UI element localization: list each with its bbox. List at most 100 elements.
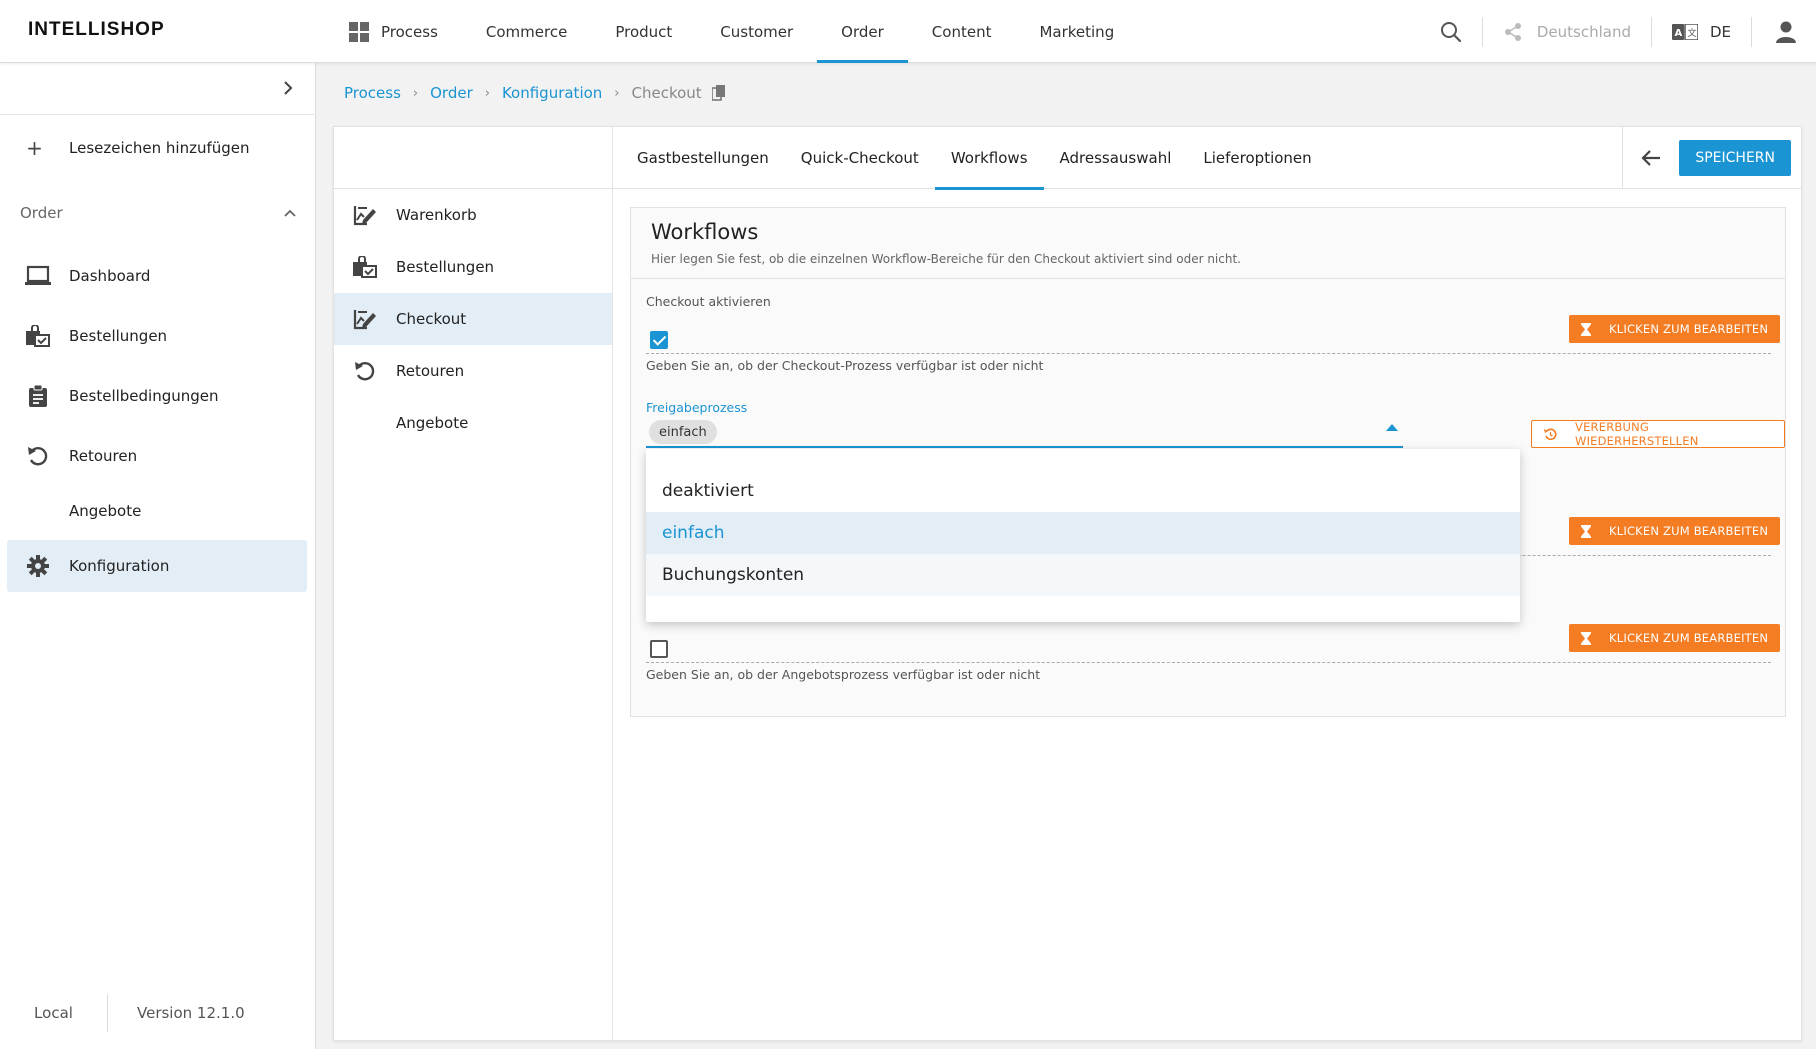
- hourglass-icon: [1581, 631, 1609, 645]
- tab-workflows[interactable]: Workflows: [934, 127, 1044, 190]
- select-underline: [646, 446, 1403, 448]
- approval-field-label: Freigabeprozess: [646, 400, 748, 415]
- save-button[interactable]: SPEICHERN: [1679, 140, 1791, 176]
- orders-bag-icon: [334, 256, 396, 278]
- edit-checkout-button[interactable]: KLICKEN ZUM BEARBEITEN: [1569, 315, 1781, 343]
- breadcrumb-konfiguration[interactable]: Konfiguration: [502, 84, 602, 102]
- nav-item-label: Order: [841, 22, 884, 41]
- undo-icon: [7, 445, 69, 467]
- card-description: Hier legen Sie fest, ob die einzelnen Wo…: [651, 252, 1241, 266]
- selected-value-chip[interactable]: einfach: [649, 420, 717, 444]
- sidebar-item-konfiguration[interactable]: Konfiguration: [7, 540, 307, 592]
- nav-item-commerce[interactable]: Commerce: [462, 0, 591, 63]
- add-bookmark-label: Lesezeichen hinzufügen: [69, 139, 250, 157]
- config-nav-angebote[interactable]: Angebote: [334, 397, 612, 449]
- caret-up-icon[interactable]: [1386, 424, 1398, 431]
- language-selector[interactable]: A文 DE: [1652, 0, 1751, 63]
- app-logo[interactable]: INTELLISHOP: [28, 19, 165, 41]
- sidebar-section-order[interactable]: Order: [20, 201, 296, 225]
- breadcrumb-current: Checkout: [631, 84, 702, 102]
- sidebar-item-label: Bestellungen: [69, 327, 168, 345]
- config-nav-checkout[interactable]: Checkout: [334, 293, 612, 345]
- nav-item-label: Marketing: [1039, 22, 1115, 41]
- country-selector[interactable]: Deutschland: [1483, 0, 1651, 63]
- edit-button-label: KLICKEN ZUM BEARBEITEN: [1609, 322, 1769, 336]
- chevron-up-icon: [284, 209, 296, 217]
- tab-adressauswahl[interactable]: Adressauswahl: [1044, 127, 1188, 189]
- offers-checkbox[interactable]: [650, 640, 668, 658]
- approval-options-dropdown: deaktiviert einfach Buchungskonten: [646, 449, 1520, 622]
- add-bookmark-button[interactable]: + Lesezeichen hinzufügen: [0, 125, 316, 171]
- config-nav-label: Retouren: [396, 362, 465, 380]
- chevron-right-icon: ›: [412, 85, 419, 101]
- undo-icon: [334, 360, 396, 382]
- sidebar-item-bestellbedingungen[interactable]: Bestellbedingungen: [7, 370, 307, 422]
- nav-item-label: Customer: [720, 22, 794, 41]
- search-icon: [1440, 21, 1462, 43]
- edit-button-label: KLICKEN ZUM BEARBEITEN: [1609, 524, 1769, 538]
- search-button[interactable]: [1420, 0, 1482, 63]
- country-label: Deutschland: [1536, 22, 1631, 41]
- card-title: Workflows: [651, 220, 759, 244]
- tab-lieferoptionen[interactable]: Lieferoptionen: [1187, 127, 1327, 189]
- sidebar-item-retouren[interactable]: Retouren: [7, 430, 307, 482]
- field-divider: [646, 662, 1771, 663]
- language-label: DE: [1709, 22, 1731, 41]
- inner-nav-header: [334, 127, 613, 189]
- tab-bar: Gastbestellungen Quick-Checkout Workflow…: [613, 127, 1803, 190]
- breadcrumb-order[interactable]: Order: [430, 84, 473, 102]
- config-nav-warenkorb[interactable]: Warenkorb: [334, 189, 612, 241]
- nav-item-process[interactable]: Process: [325, 0, 462, 63]
- dropdown-option-buchungskonten[interactable]: Buchungskonten: [646, 554, 1520, 596]
- environment-label: Local: [34, 1004, 73, 1022]
- nav-item-label: Process: [381, 22, 438, 41]
- sidebar-item-dashboard[interactable]: Dashboard: [7, 250, 307, 302]
- main-nav: Process Commerce Product Customer Order …: [325, 0, 1138, 63]
- config-nav-retouren[interactable]: Retouren: [334, 345, 612, 397]
- edit-chart-icon: [334, 204, 396, 226]
- top-bar: INTELLISHOP Process Commerce Product Cus…: [0, 0, 1816, 63]
- sidebar-item-angebote[interactable]: Angebote: [7, 490, 307, 532]
- edit-offers-button[interactable]: KLICKEN ZUM BEARBEITEN: [1569, 624, 1781, 652]
- sidebar-section-label: Order: [20, 204, 63, 222]
- hourglass-icon: [1581, 524, 1609, 538]
- card-header: Workflows Hier legen Sie fest, ob die ei…: [631, 208, 1785, 279]
- copy-icon[interactable]: [711, 85, 726, 101]
- dropdown-option-einfach[interactable]: einfach: [646, 512, 1520, 554]
- checkout-field-label: Checkout aktivieren: [646, 294, 771, 309]
- hourglass-icon: [1581, 322, 1609, 336]
- field-divider: [646, 353, 1771, 354]
- config-nav-label: Checkout: [396, 310, 467, 328]
- nav-item-label: Content: [931, 22, 992, 41]
- svg-text:文: 文: [1687, 27, 1696, 39]
- back-button[interactable]: [1623, 127, 1679, 189]
- nav-item-content[interactable]: Content: [908, 0, 1016, 63]
- tab-gastbestellungen[interactable]: Gastbestellungen: [621, 127, 785, 189]
- edit-chart-icon: [334, 308, 396, 330]
- config-nav-label: Bestellungen: [396, 258, 495, 276]
- sidebar-expand-toggle[interactable]: [0, 63, 316, 115]
- chevron-right-icon: ›: [614, 85, 620, 101]
- sidebar-item-label: Bestellbedingungen: [69, 387, 219, 405]
- checkout-checkbox[interactable]: [650, 331, 668, 349]
- dropdown-option-deaktiviert[interactable]: deaktiviert: [646, 470, 1520, 512]
- config-nav-bestellungen[interactable]: Bestellungen: [334, 241, 612, 293]
- nav-item-marketing[interactable]: Marketing: [1015, 0, 1138, 63]
- config-nav-label: Warenkorb: [396, 206, 477, 224]
- translate-icon: A文: [1671, 23, 1710, 40]
- nav-item-order[interactable]: Order: [817, 0, 908, 63]
- sidebar-item-label: Retouren: [69, 447, 138, 465]
- plus-icon: +: [26, 136, 43, 160]
- restore-inheritance-button[interactable]: VERERBUNG WIEDERHERSTELLEN: [1531, 420, 1785, 448]
- offers-field-help: Geben Sie an, ob der Angebotsprozess ver…: [646, 667, 1041, 682]
- sidebar-item-bestellungen[interactable]: Bestellungen: [7, 310, 307, 362]
- tab-actions: SPEICHERN: [1622, 127, 1803, 189]
- edit-field-button[interactable]: KLICKEN ZUM BEARBEITEN: [1569, 517, 1781, 545]
- nav-item-customer[interactable]: Customer: [696, 0, 817, 63]
- clipboard-icon: [7, 385, 69, 407]
- tab-quick-checkout[interactable]: Quick-Checkout: [785, 127, 935, 189]
- user-menu-button[interactable]: [1752, 0, 1816, 63]
- breadcrumb-process[interactable]: Process: [344, 84, 401, 102]
- nav-item-product[interactable]: Product: [591, 0, 696, 63]
- nav-item-label: Commerce: [485, 22, 568, 41]
